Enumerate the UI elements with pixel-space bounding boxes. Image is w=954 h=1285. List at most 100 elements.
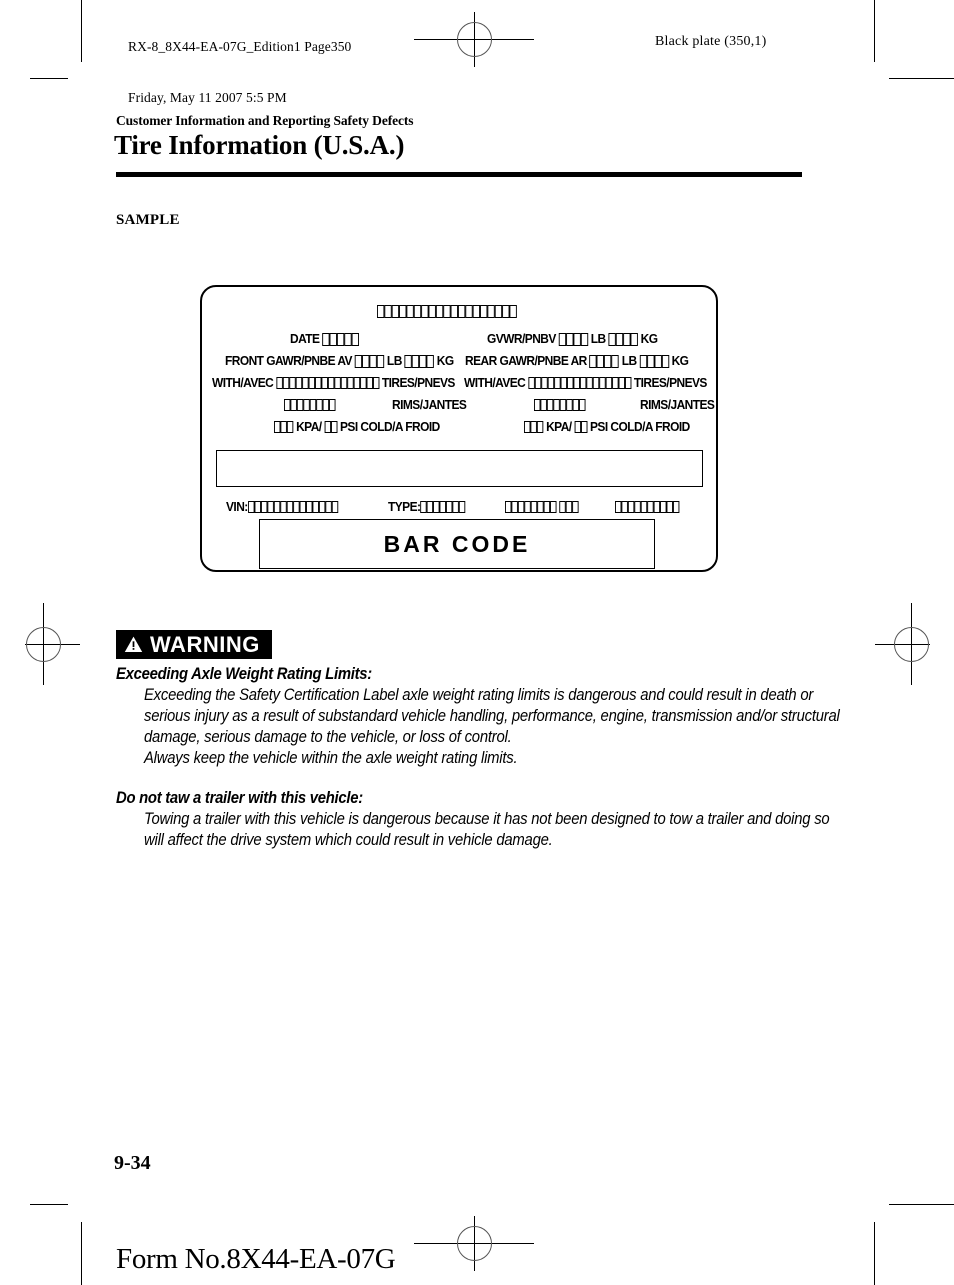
- warning-heading-2: Do not taw a trailer with this vehicle:: [116, 789, 363, 807]
- warning-body: Exceeding Axle Weight Rating Limits: Exc…: [116, 664, 840, 851]
- crop-mark-bottom-left-vertical: [81, 1222, 82, 1285]
- label-top-field: [377, 303, 517, 318]
- title-rule: [116, 172, 802, 177]
- crop-mark-top-left-vertical: [81, 0, 82, 62]
- label-rear-kpa-unit: KPA/: [546, 419, 572, 434]
- label-front-pressure-row: KPA/ PSI COLD/A FROID: [274, 419, 440, 434]
- section-eyebrow: Customer Information and Reporting Safet…: [116, 113, 414, 128]
- label-rear-rims-row: RIMS/JANTES: [640, 397, 715, 412]
- label-rear-rims-boxes-row: [534, 397, 586, 412]
- label-vin-group: VIN:: [226, 499, 338, 514]
- label-front-tires-text: TIRES/PNEVS: [381, 375, 456, 390]
- page-number: 9-34: [114, 1152, 151, 1174]
- top-boxes: [377, 305, 517, 318]
- barcode-placeholder-text: BAR CODE: [383, 530, 531, 557]
- label-front-rims-text: RIMS/JANTES: [392, 397, 467, 412]
- label-rear-gawr-row: REAR GAWR/PNBE AR LB KG: [465, 353, 689, 368]
- date-boxes: [322, 333, 360, 346]
- crop-mark-bottom-left-horizontal: [30, 1204, 68, 1205]
- extra3-boxes: [615, 501, 680, 514]
- label-front-kpa-unit: KPA/: [296, 419, 322, 434]
- crop-mark-top-right-vertical: [874, 0, 875, 62]
- rear-lb-boxes: [589, 355, 619, 368]
- crop-mark-bottom-right-horizontal: [889, 1204, 954, 1205]
- label-gvwr-text: GVWR/PNBV: [487, 331, 556, 346]
- front-psi-boxes: [324, 421, 338, 434]
- front-rims-boxes: [284, 399, 336, 412]
- front-kpa-boxes: [274, 421, 294, 434]
- rear-kg-boxes: [639, 355, 669, 368]
- vin-boxes: [247, 501, 338, 514]
- safety-certification-label-figure: DATE GVWR/PNBV LB KG FRONT GAWR/PNBE AV …: [200, 285, 718, 572]
- front-tires-boxes: [276, 377, 380, 390]
- form-number: Form No.8X44-EA-07G: [116, 1243, 396, 1275]
- label-front-gawr-row: FRONT GAWR/PNBE AV LB KG: [225, 353, 454, 368]
- warning-section-1: Exceeding Axle Weight Rating Limits: Exc…: [116, 664, 840, 769]
- label-front-rims-row: RIMS/JANTES: [392, 397, 467, 412]
- registration-mark-top-circle: [457, 22, 492, 57]
- label-rear-tires-text: TIRES/PNEVS: [633, 375, 708, 390]
- label-front-gawr-text: FRONT GAWR/PNBE AV: [225, 353, 352, 368]
- warning-heading-1: Exceeding Axle Weight Rating Limits:: [116, 665, 372, 683]
- label-rear-cold-text: COLD/A FROID: [610, 419, 690, 434]
- front-kg-boxes: [404, 355, 434, 368]
- black-plate-marker: Black plate (350,1): [655, 34, 767, 49]
- label-date-row: DATE: [290, 331, 360, 346]
- label-type-text: TYPE:: [388, 499, 421, 514]
- label-gvwr-lb-unit: LB: [590, 331, 606, 346]
- type-boxes: [420, 501, 466, 514]
- label-extra-group-1: [504, 499, 579, 514]
- label-date-text: DATE: [290, 331, 320, 346]
- registration-mark-bottom-circle: [457, 1226, 492, 1261]
- print-job-timestamp: Friday, May 11 2007 5:5 PM: [128, 90, 287, 105]
- warning-paragraph-2a: Towing a trailer with this vehicle is da…: [144, 810, 830, 849]
- label-blank-field-box: [216, 450, 703, 487]
- label-front-cold-text: COLD/A FROID: [360, 419, 440, 434]
- warning-section-2: Do not taw a trailer with this vehicle: …: [116, 788, 830, 851]
- warning-banner-text: WARNING: [150, 631, 260, 657]
- label-front-psi-unit: PSI: [340, 419, 358, 434]
- label-rear-tires-row: WITH/AVEC TIRES/PNEVS: [464, 375, 707, 390]
- warning-paragraph-1a: Exceeding the Safety Certification Label…: [144, 686, 840, 746]
- label-front-kg-unit: KG: [436, 353, 454, 368]
- crop-mark-top-right-horizontal: [889, 78, 954, 79]
- rear-kpa-boxes: [524, 421, 544, 434]
- label-rear-lb-unit: LB: [621, 353, 637, 368]
- page-title: Tire Information (U.S.A.): [114, 130, 405, 160]
- label-rear-pressure-row: KPA/ PSI COLD/A FROID: [524, 419, 690, 434]
- label-gvwr-row: GVWR/PNBV LB KG: [487, 331, 658, 346]
- label-vin-row: VIN: TYPE:: [226, 498, 685, 516]
- label-rear-gawr-text: REAR GAWR/PNBE AR: [465, 353, 587, 368]
- print-job-file: RX-8_8X44-EA-07G_Edition1 Page350: [128, 39, 352, 54]
- warning-triangle-icon: [124, 636, 143, 653]
- label-rear-with-avec: WITH/AVEC: [464, 375, 526, 390]
- label-front-rims-boxes-row: [284, 397, 336, 412]
- front-lb-boxes: [354, 355, 385, 368]
- rear-rims-boxes: [534, 399, 586, 412]
- label-front-tires-row: WITH/AVEC TIRES/PNEVS: [212, 375, 455, 390]
- registration-mark-left-circle: [26, 627, 61, 662]
- warning-banner: WARNING: [116, 630, 272, 659]
- label-extra-group-2: [615, 499, 680, 514]
- label-type-group: TYPE:: [388, 499, 466, 514]
- label-rear-rims-text: RIMS/JANTES: [640, 397, 715, 412]
- rear-tires-boxes: [528, 377, 632, 390]
- label-gvwr-kg-unit: KG: [640, 331, 658, 346]
- label-barcode-box: BAR CODE: [259, 519, 655, 569]
- extra2-boxes: [559, 501, 579, 514]
- label-front-lb-unit: LB: [386, 353, 402, 368]
- print-job-info: RX-8_8X44-EA-07G_Edition1 Page350 Friday…: [128, 4, 351, 123]
- extra1-boxes: [504, 501, 557, 514]
- label-vin-text: VIN:: [226, 499, 248, 514]
- crop-mark-bottom-right-vertical: [874, 1222, 875, 1285]
- gvwr-lb-boxes: [558, 333, 589, 346]
- label-rear-psi-unit: PSI: [590, 419, 608, 434]
- rear-psi-boxes: [574, 421, 588, 434]
- registration-mark-right-circle: [894, 627, 929, 662]
- gvwr-kg-boxes: [608, 333, 638, 346]
- label-front-with-avec: WITH/AVEC: [212, 375, 274, 390]
- label-rear-kg-unit: KG: [671, 353, 689, 368]
- crop-mark-top-left-horizontal: [30, 78, 68, 79]
- sample-caption: SAMPLE: [116, 212, 180, 228]
- warning-paragraph-1b: Always keep the vehicle within the axle …: [144, 749, 518, 767]
